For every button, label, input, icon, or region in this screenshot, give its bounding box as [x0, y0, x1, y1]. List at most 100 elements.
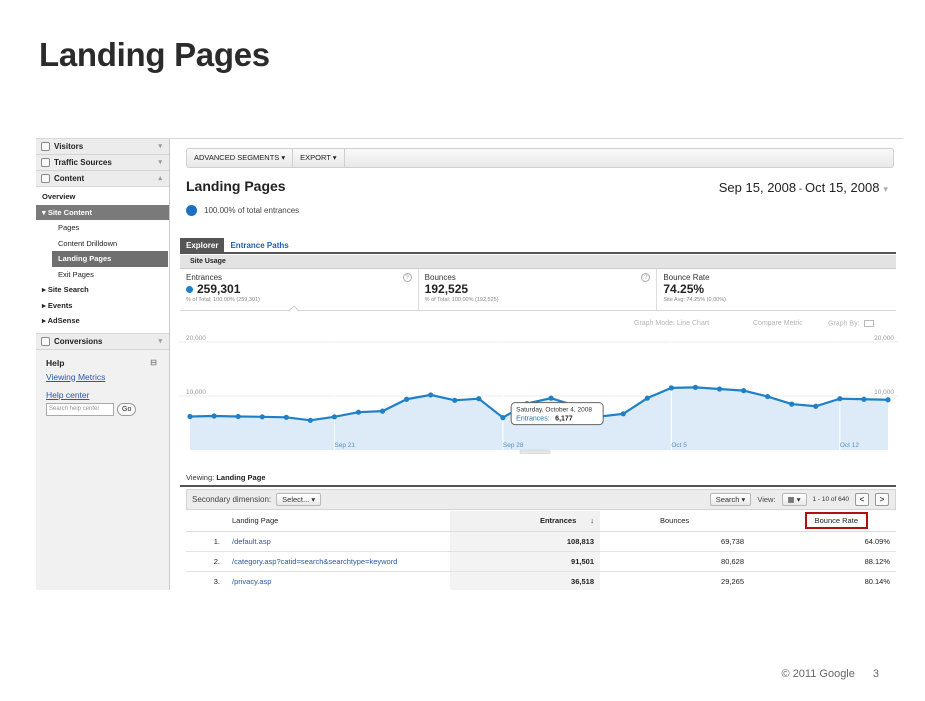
viewing-metrics-link[interactable]: Viewing Metrics — [46, 372, 169, 382]
compare-metric-label[interactable]: Compare Metric — [753, 320, 803, 327]
graph-mode-label[interactable]: Graph Mode: Line Chart — [634, 320, 709, 327]
prev-page-button[interactable]: < — [855, 493, 869, 506]
sidebar-item-content[interactable]: Content ▴ — [36, 171, 169, 187]
line-chart-text: Line Chart — [676, 320, 710, 327]
data-point — [307, 417, 313, 423]
row-index: 3. — [186, 571, 226, 590]
tooltip-value: 6,177 — [555, 416, 573, 423]
landing-page-link[interactable]: /category.asp?catid=search&searchtype=ke… — [226, 551, 450, 572]
calendar-icon — [864, 320, 875, 327]
data-point — [789, 401, 795, 407]
chevron-down-icon: ▾ — [158, 143, 162, 150]
table-row[interactable]: 2. /category.asp?catid=search&searchtype… — [186, 551, 896, 572]
divider — [180, 485, 896, 487]
data-point — [644, 395, 650, 401]
y-tick-label-left: 10,000 — [186, 389, 206, 396]
content-submenu: Overview ▾ Site Content Pages Content Dr… — [36, 187, 169, 334]
metric-sub: % of Total: 100.00% (259,301) — [186, 297, 260, 303]
go-button[interactable]: Go — [117, 402, 137, 416]
sidebar-item-label: Content — [54, 174, 85, 183]
bounces-cell: 80,628 — [600, 551, 750, 572]
sidebar-item-site-content[interactable]: ▾ Site Content — [36, 204, 169, 220]
data-point — [813, 403, 819, 409]
data-point — [428, 392, 434, 398]
series-dot-icon — [186, 285, 193, 293]
site-usage-header[interactable]: Site Usage — [180, 255, 896, 269]
date-range-picker[interactable]: Sep 15, 2008 - Oct 15, 2008 ▾ — [719, 180, 888, 195]
sidebar-item-pages[interactable]: Pages — [36, 220, 169, 236]
data-point — [379, 408, 386, 414]
page-number: 3 — [872, 668, 879, 680]
sidebar-item-visitors[interactable]: Visitors ▾ — [36, 139, 169, 155]
pager-label: 1 - 10 of 640 — [812, 496, 850, 503]
data-point — [235, 413, 241, 420]
help-search-input[interactable]: Search help center — [46, 402, 114, 416]
advanced-segments-button[interactable]: ADVANCED SEGMENTS ▾ — [187, 149, 294, 167]
sidebar-item-events[interactable]: ▸ Events — [36, 298, 169, 314]
metrics-row: Entrances 259,301 % of Total: 100.00% (2… — [180, 269, 896, 317]
bounces-cell: 69,738 — [600, 531, 750, 552]
data-point — [404, 396, 410, 402]
selected-caret — [288, 305, 300, 317]
table-row[interactable]: 3. /privacy.asp 36,518 29,265 80.14% — [186, 571, 896, 590]
tab-entrance-paths[interactable]: Entrance Paths — [224, 238, 294, 252]
sidebar-item-content-drilldown[interactable]: Content Drilldown — [36, 236, 169, 252]
graph-by-label[interactable]: Graph By: — [828, 320, 875, 327]
tab-explorer[interactable]: Explorer — [180, 238, 225, 252]
table-header-row: Landing Page Entrances ↓ Bounces Bounce R… — [186, 511, 896, 532]
data-point — [331, 414, 338, 420]
metric-entrances[interactable]: Entrances 259,301 % of Total: 100.00% (2… — [180, 269, 419, 317]
export-button[interactable]: EXPORT ▾ — [293, 149, 345, 167]
sidebar-item-site-search[interactable]: ▸ Site Search — [36, 282, 169, 298]
help-icon[interactable]: ? — [402, 273, 412, 282]
bounce-rate-cell: 88.12% — [750, 551, 896, 572]
secondary-dimension-select[interactable]: Select... ▾ — [276, 493, 322, 506]
minimize-icon[interactable]: ⊟ — [150, 358, 157, 367]
graph-mode-text: Graph Mode: — [634, 320, 675, 327]
date-end: Oct 15, 2008 — [805, 180, 880, 195]
landing-page-link[interactable]: /default.asp — [226, 531, 450, 552]
help-panel: Help ⊟ Viewing Metrics Help center Search… — [36, 350, 169, 416]
data-point — [476, 396, 482, 402]
tooltip-label: Entrances: — [516, 416, 550, 423]
data-point — [283, 414, 289, 420]
sidebar-item-landing-pages[interactable]: Landing Pages — [52, 251, 168, 267]
x-tick-label: Oct 12 — [840, 442, 860, 449]
tooltip-date: Saturday, October 4, 2008 — [516, 407, 592, 414]
bounce-rate-highlight: Bounce Rate — [804, 512, 868, 530]
column-header-entrances[interactable]: Entrances ↓ — [450, 511, 600, 532]
help-center-link[interactable]: Help center — [46, 390, 169, 400]
landing-page-link[interactable]: /privacy.asp — [226, 571, 450, 590]
report-tabs: Explorer Entrance Paths — [180, 238, 896, 254]
search-button[interactable]: Search ▾ — [709, 493, 752, 506]
copyright: © 2011 Google — [781, 668, 855, 680]
metric-bounce-rate[interactable]: Bounce Rate 74.25% Site Avg: 74.25% (0.0… — [657, 269, 896, 310]
sidebar-item-label: Traffic Sources — [54, 158, 112, 167]
column-header-landing-page[interactable]: Landing Page — [226, 511, 450, 532]
data-point — [211, 413, 217, 419]
date-start: Sep 15, 2008 — [718, 180, 797, 195]
sidebar-item-conversions[interactable]: Conversions ▾ — [36, 333, 169, 350]
traffic-sources-icon — [41, 158, 50, 167]
conversions-icon — [41, 336, 50, 346]
sidebar-item-overview[interactable]: Overview — [36, 189, 169, 205]
data-point — [716, 386, 723, 392]
sidebar-item-traffic-sources[interactable]: Traffic Sources ▾ — [36, 155, 169, 171]
column-header-bounces[interactable]: Bounces — [600, 511, 750, 532]
sidebar-item-exit-pages[interactable]: Exit Pages — [36, 267, 169, 283]
main-panel: ADVANCED SEGMENTS ▾ EXPORT ▾ Landing Pag… — [178, 139, 898, 590]
column-header-bounce-rate[interactable]: Bounce Rate — [750, 511, 896, 532]
toolbar: ADVANCED SEGMENTS ▾ EXPORT ▾ — [186, 148, 894, 168]
table-row[interactable]: 1. /default.asp 108,813 69,738 64.09% — [186, 531, 896, 552]
entrances-chart[interactable]: 20,000 20,000 10,000 10,000 Sep 21 Sep 28 Oct … — [178, 334, 898, 454]
entrances-header-text: Entrances — [539, 516, 577, 526]
view-grid-button[interactable]: ▦ ▾ — [781, 493, 807, 506]
metric-bounces[interactable]: Bounces 192,525 % of Total: 100.00% (192… — [419, 269, 658, 310]
metric-sub: % of Total: 100.00% (192,525) — [424, 297, 499, 303]
entrances-cell: 108,813 — [450, 531, 600, 552]
sidebar-item-adsense[interactable]: ▸ AdSense — [36, 313, 169, 329]
next-page-button[interactable]: > — [875, 493, 889, 506]
analytics-screenshot: Visitors ▾ Traffic Sources ▾ Content ▴ O… — [36, 138, 903, 590]
viewing-text: Viewing: — [186, 473, 215, 482]
data-point — [620, 411, 626, 417]
